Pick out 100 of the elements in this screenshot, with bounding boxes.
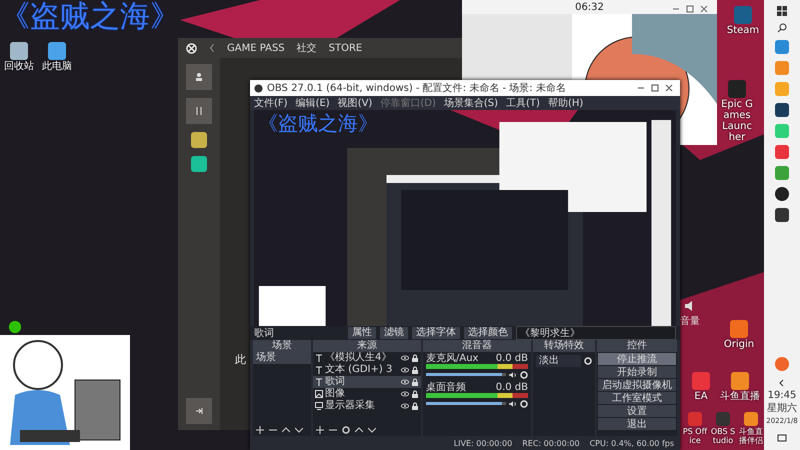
desktop-shortcut[interactable]: EA	[684, 372, 718, 402]
channel-name: 麦克风/Aux	[426, 353, 478, 364]
game-icon[interactable]	[191, 156, 207, 172]
gear-icon[interactable]	[520, 400, 528, 408]
volume-slider[interactable]	[426, 373, 506, 376]
dock-header: 控件	[597, 340, 677, 352]
nav-tab[interactable]: STORE	[328, 42, 362, 54]
eye-icon[interactable]	[401, 354, 409, 362]
desktop-shortcut[interactable]: Steam	[726, 6, 760, 36]
desktop-shortcut[interactable]: 回收站	[2, 42, 36, 72]
chat-bubble-icon[interactable]	[8, 320, 22, 334]
people-icon	[194, 72, 204, 82]
xbox-logo-icon	[186, 42, 197, 54]
desktop-shortcut[interactable]: PS Office	[682, 412, 708, 445]
overlay-title: 《盗贼之海》	[258, 110, 378, 137]
text-icon	[315, 354, 323, 362]
menu-item[interactable]: 文件(F)	[254, 96, 288, 110]
collapse-button[interactable]	[186, 398, 212, 424]
notification-icon[interactable]	[777, 434, 787, 444]
friends-button[interactable]	[186, 64, 212, 90]
window-title: 06:32	[575, 2, 604, 12]
text-icon	[315, 378, 323, 386]
source-item[interactable]: 歌词	[313, 376, 421, 388]
source-button[interactable]: 选择颜色	[464, 327, 512, 339]
channel-reading: 0.0 dB	[496, 382, 528, 393]
control-button[interactable]: 启动虚拟摄像机	[598, 379, 676, 391]
source-item[interactable]: 《模拟人生4》	[313, 352, 421, 364]
control-button[interactable]: 开始录制	[598, 366, 676, 378]
app-icon[interactable]	[775, 103, 789, 117]
menu-item[interactable]: 视图(V)	[338, 96, 372, 110]
search-icon[interactable]	[777, 23, 787, 33]
speaker-icon[interactable]	[509, 400, 517, 408]
lock-icon[interactable]	[411, 390, 419, 398]
scene-item[interactable]: 场景	[253, 352, 311, 364]
source-button[interactable]: 选择字体	[412, 327, 460, 339]
up-icon[interactable]	[282, 426, 290, 434]
desktop-shortcut[interactable]: 斗鱼直播伴侣	[738, 412, 764, 445]
monitor-icon	[315, 402, 323, 410]
menu-item[interactable]: 工具(T)	[506, 96, 540, 110]
channel-name: 桌面音频	[426, 382, 466, 393]
lock-icon[interactable]	[411, 378, 419, 386]
sort-button[interactable]	[186, 98, 212, 124]
text-field[interactable]: 《黎明求生》	[516, 326, 676, 340]
clock-time[interactable]: 19:45	[768, 390, 796, 401]
rec-timer: REC: 00:00:00	[522, 438, 580, 448]
lock-icon[interactable]	[411, 366, 419, 374]
speaker-icon[interactable]	[509, 370, 517, 378]
game-icon[interactable]	[191, 132, 207, 148]
eye-icon[interactable]	[401, 366, 409, 374]
control-button[interactable]: 设置	[598, 405, 676, 417]
browser-app-icon[interactable]	[775, 40, 789, 54]
back-icon[interactable]	[209, 43, 215, 53]
lock-icon[interactable]	[411, 402, 419, 410]
app-icon[interactable]	[775, 208, 789, 222]
gear-icon[interactable]	[342, 426, 350, 434]
add-icon[interactable]	[256, 426, 264, 434]
dock-header: 场景	[253, 340, 311, 352]
menu-item[interactable]: 编辑(E)	[296, 96, 330, 110]
control-button[interactable]: 工作室模式	[598, 392, 676, 404]
nav-tab[interactable]: 社交	[296, 41, 317, 55]
control-button[interactable]: 退出	[598, 418, 676, 430]
desktop-shortcut[interactable]: Epic Games Launcher	[720, 80, 754, 143]
desktop-shortcut[interactable]: OBS Studio	[710, 412, 736, 445]
nav-tab[interactable]: GAME PASS	[227, 42, 285, 54]
desktop-shortcut[interactable]: Origin	[722, 320, 756, 350]
source-button[interactable]: 滤镜	[380, 327, 408, 339]
gear-icon[interactable]	[520, 370, 528, 378]
overlay-title: 《盗贼之海》	[0, 0, 180, 36]
source-item[interactable]: 显示器采集	[313, 400, 421, 412]
down-icon[interactable]	[295, 426, 303, 434]
add-icon[interactable]	[316, 426, 324, 434]
eye-icon[interactable]	[401, 402, 409, 410]
desktop-shortcut[interactable]: 斗鱼直播	[718, 372, 762, 402]
menu-item[interactable]: 场景集合(S)	[444, 96, 498, 110]
eye-icon[interactable]	[401, 378, 409, 386]
menu-item[interactable]: 帮助(H)	[548, 96, 584, 110]
down-icon[interactable]	[368, 426, 376, 434]
tray-icon[interactable]	[775, 357, 789, 371]
desktop-shortcut[interactable]: 此电脑	[40, 42, 74, 72]
source-item[interactable]: 文本 (GDI+) 3	[313, 364, 421, 376]
app-icon[interactable]	[775, 187, 789, 201]
collapse-icon	[194, 406, 204, 416]
content-text: 此	[235, 352, 246, 367]
lock-icon[interactable]	[411, 354, 419, 362]
window-title: OBS 27.0.1 (64-bit, windows) - 配置文件: 未命名 - 场景: 未命名	[267, 82, 566, 95]
text-icon	[315, 366, 323, 374]
control-button[interactable]: 停止推流	[598, 353, 676, 365]
clock-day[interactable]: 星期六	[767, 403, 797, 414]
dock-header: 来源	[313, 340, 421, 352]
volume-widget[interactable]: 音量	[680, 300, 700, 328]
source-button[interactable]: 属性	[348, 327, 376, 339]
performance-stats: CPU: 0.4%, 60.00 fps	[590, 438, 674, 448]
gear-icon[interactable]	[584, 357, 592, 365]
live-timer: LIVE: 00:00:00	[454, 438, 512, 448]
source-item[interactable]: 图像	[313, 388, 421, 400]
up-icon[interactable]	[355, 426, 363, 434]
eye-icon[interactable]	[401, 390, 409, 398]
volume-slider[interactable]	[426, 402, 506, 405]
transition-dropdown[interactable]: 淡出	[536, 355, 581, 367]
windows-logo-icon[interactable]	[777, 6, 787, 16]
